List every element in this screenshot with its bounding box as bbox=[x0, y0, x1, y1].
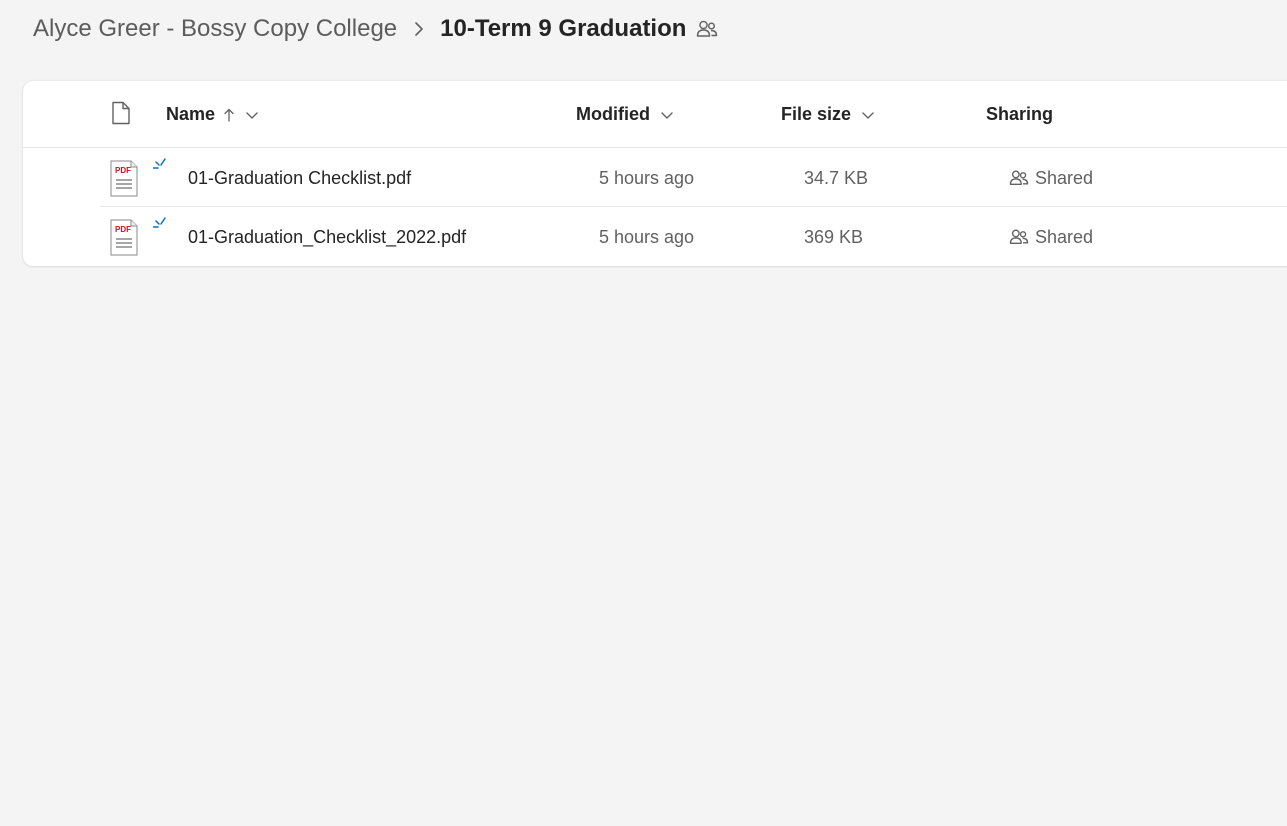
breadcrumb: Alyce Greer - Bossy Copy College 10-Term… bbox=[33, 12, 718, 46]
column-size-label: File size bbox=[781, 104, 852, 124]
chevron-down-icon bbox=[660, 110, 674, 120]
file-row[interactable]: PDF 01-Graduation_Checklist_2022.pdf 5 h… bbox=[100, 208, 1287, 266]
column-header-name[interactable]: Name bbox=[166, 81, 259, 148]
file-size: 369 KB bbox=[804, 226, 864, 247]
sort-ascending-icon bbox=[223, 108, 235, 122]
chevron-right-icon bbox=[414, 21, 424, 37]
document-icon[interactable] bbox=[111, 101, 131, 125]
file-list: Name Modified File size Sharing PDF 01-G… bbox=[23, 81, 1287, 266]
file-modified: 5 hours ago bbox=[599, 167, 695, 188]
people-icon bbox=[1009, 228, 1029, 246]
people-icon[interactable] bbox=[696, 19, 718, 39]
file-name[interactable]: 01-Graduation_Checklist_2022.pdf bbox=[188, 208, 466, 266]
new-file-sparkle-icon bbox=[153, 158, 166, 169]
breadcrumb-parent-link[interactable]: Alyce Greer - Bossy Copy College bbox=[33, 15, 397, 43]
file-size: 34.7 KB bbox=[804, 167, 869, 188]
column-header-sharing[interactable]: Sharing bbox=[986, 81, 1053, 148]
column-header-modified[interactable]: Modified bbox=[576, 81, 674, 148]
column-header-file-size[interactable]: File size bbox=[781, 81, 875, 148]
column-sharing-label: Sharing bbox=[986, 104, 1054, 124]
sharing-label: Shared bbox=[1035, 167, 1094, 188]
sharing-label: Shared bbox=[1035, 226, 1094, 247]
pdf-file-icon: PDF bbox=[110, 219, 138, 256]
file-sharing-status[interactable]: Shared bbox=[1009, 149, 1093, 207]
file-name[interactable]: 01-Graduation Checklist.pdf bbox=[188, 149, 411, 207]
svg-text:PDF: PDF bbox=[115, 166, 131, 175]
svg-text:PDF: PDF bbox=[115, 225, 131, 234]
file-row[interactable]: PDF 01-Graduation Checklist.pdf 5 hours … bbox=[100, 149, 1287, 207]
chevron-down-icon bbox=[245, 110, 259, 120]
chevron-down-icon bbox=[861, 110, 875, 120]
file-sharing-status[interactable]: Shared bbox=[1009, 208, 1093, 266]
people-icon bbox=[1009, 169, 1029, 187]
breadcrumb-current-folder: 10-Term 9 Graduation bbox=[440, 15, 687, 42]
column-name-label: Name bbox=[166, 104, 216, 124]
pdf-file-icon: PDF bbox=[110, 160, 138, 197]
new-file-sparkle-icon bbox=[153, 217, 166, 228]
file-modified: 5 hours ago bbox=[599, 226, 695, 247]
column-modified-label: Modified bbox=[576, 104, 650, 124]
column-header-row: Name Modified File size Sharing bbox=[23, 81, 1287, 148]
